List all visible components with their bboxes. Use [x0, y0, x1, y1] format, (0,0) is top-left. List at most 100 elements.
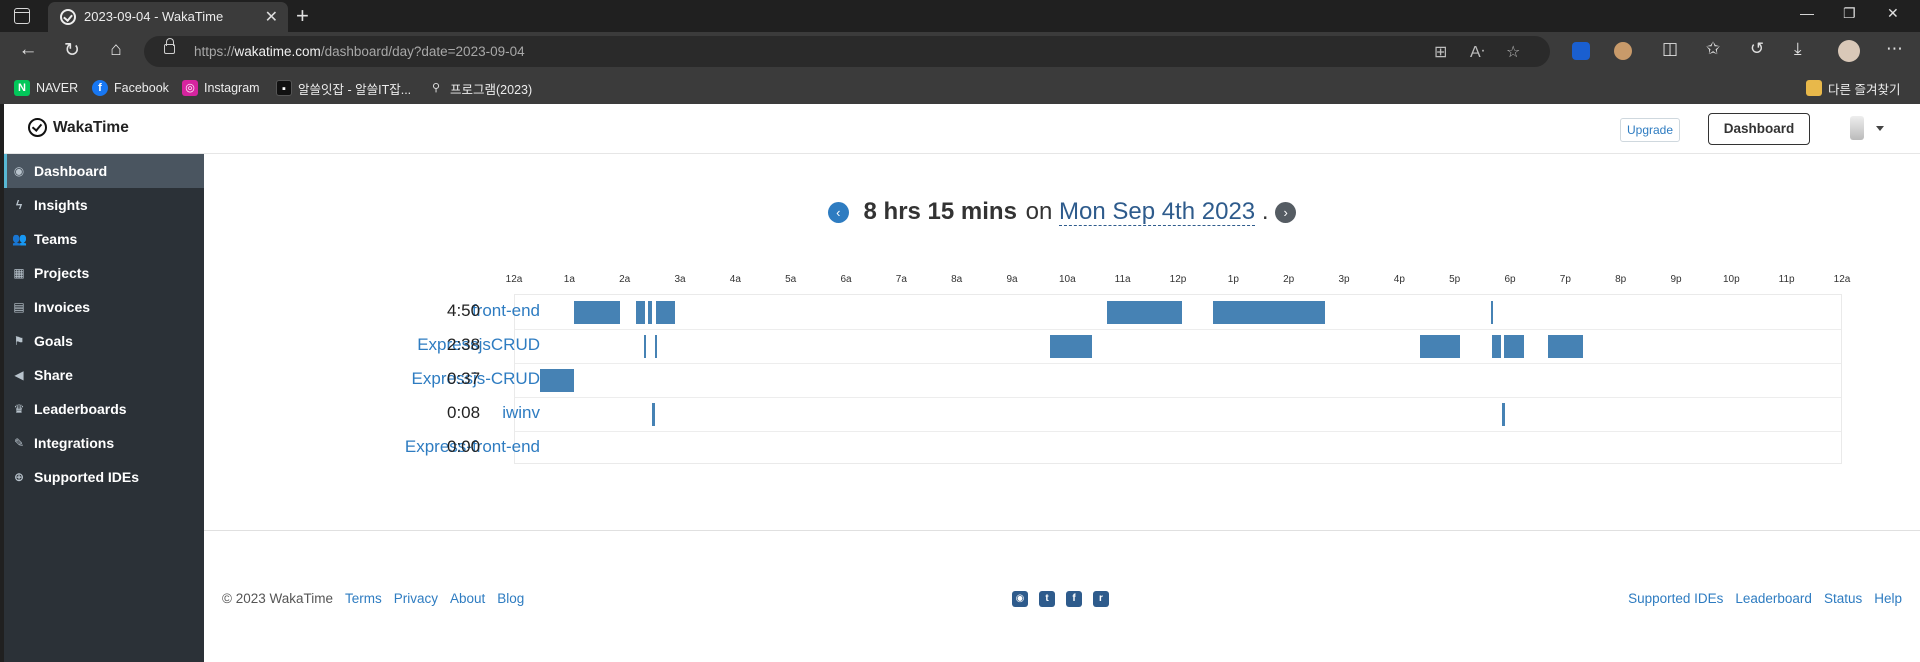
- sidebar-item-label: Invoices: [34, 299, 91, 315]
- naver-icon: N: [14, 80, 30, 96]
- activity-bar[interactable]: [1491, 335, 1502, 358]
- axis-tick: 12a: [505, 274, 523, 285]
- alsseul-icon: ▪: [276, 80, 292, 96]
- footer-link-status[interactable]: Status: [1824, 591, 1862, 606]
- activity-bar[interactable]: [647, 301, 653, 324]
- axis-tick: 1a: [563, 274, 575, 285]
- github-icon[interactable]: ◉: [1012, 591, 1028, 607]
- sidebar-item-share[interactable]: ◀ Share: [4, 358, 204, 392]
- sidebar-item-leaderboards[interactable]: ♛ Leaderboards: [4, 392, 204, 426]
- footer-link-blog[interactable]: Blog: [497, 591, 524, 606]
- tab-title: 2023-09-04 - WakaTime: [84, 9, 224, 24]
- facebook-icon[interactable]: f: [1066, 591, 1082, 607]
- axis-tick: 4a: [729, 274, 741, 285]
- activity-bar[interactable]: [574, 301, 621, 324]
- bookmark-naver[interactable]: N NAVER: [14, 79, 78, 97]
- minimize-icon[interactable]: —: [1800, 5, 1814, 21]
- url-text[interactable]: https://wakatime.com/dashboard/day?date=…: [194, 44, 525, 59]
- previous-day-icon[interactable]: ‹: [827, 202, 849, 223]
- flag-icon: ⚑: [13, 334, 25, 348]
- activity-bar[interactable]: [539, 369, 575, 392]
- activity-bar[interactable]: [1213, 301, 1325, 324]
- activity-bar[interactable]: [1050, 335, 1093, 358]
- activity-bar[interactable]: [1107, 301, 1182, 324]
- sidebar-item-integrations[interactable]: ✎ Integrations: [4, 426, 204, 460]
- bookmark-facebook[interactable]: f Facebook: [92, 79, 169, 97]
- instagram-icon: ◎: [182, 80, 198, 96]
- app-available-icon[interactable]: ⊞: [1434, 42, 1447, 62]
- sidebar-item-invoices[interactable]: ▤ Invoices: [4, 290, 204, 324]
- home-icon[interactable]: ⌂: [104, 39, 128, 61]
- activity-bar[interactable]: [656, 301, 676, 324]
- favorite-star-icon[interactable]: ☆: [1506, 42, 1520, 62]
- sidebar-item-supported-ides[interactable]: ⊕ Supported IDEs: [4, 460, 204, 494]
- bookmark-program[interactable]: ⚲ 프로그램(2023): [428, 79, 532, 97]
- back-icon[interactable]: ←: [16, 39, 40, 61]
- activity-bar[interactable]: [651, 403, 655, 426]
- downloads-icon[interactable]: ⤓: [1794, 39, 1802, 59]
- read-aloud-icon[interactable]: Aᐧ: [1470, 42, 1485, 62]
- facebook-icon: f: [92, 80, 108, 96]
- refresh-icon[interactable]: ↻: [60, 39, 84, 62]
- activity-bar[interactable]: [1490, 301, 1493, 324]
- sidebar-item-teams[interactable]: 👥 Teams: [4, 222, 204, 256]
- bitwarden-extension-icon[interactable]: [1572, 42, 1590, 60]
- trophy-icon: ♛: [13, 402, 25, 416]
- footer-link-privacy[interactable]: Privacy: [394, 591, 438, 606]
- axis-tick: 6p: [1504, 274, 1516, 285]
- lock-icon[interactable]: [164, 38, 175, 54]
- sidebar-item-insights[interactable]: ϟ Insights: [4, 188, 204, 222]
- axis-tick: 10p: [1722, 274, 1740, 285]
- row-divider: [515, 431, 1841, 432]
- new-tab-icon[interactable]: +: [296, 3, 309, 29]
- sidebar-item-label: Projects: [34, 265, 90, 281]
- activity-bar[interactable]: [643, 335, 646, 358]
- date-picker-link[interactable]: Mon Sep 4th 2023: [1058, 198, 1256, 226]
- day-summary-heading: ‹ 8 hrs 15 mins on Mon Sep 4th 2023 . ›: [204, 198, 1920, 226]
- axis-tick: 3p: [1338, 274, 1350, 285]
- reddit-icon[interactable]: r: [1093, 591, 1109, 607]
- activity-bar[interactable]: [635, 301, 646, 324]
- activity-bar[interactable]: [1548, 335, 1583, 358]
- bookmark-alsseul[interactable]: ▪ 알쓸잇잡 - 알쓸IT잡...: [276, 79, 411, 97]
- address-bar[interactable]: https://wakatime.com/dashboard/day?date=…: [144, 36, 1550, 67]
- tab-close-icon[interactable]: ✕: [265, 7, 278, 27]
- axis-tick: 3a: [674, 274, 686, 285]
- sidebar-item-projects[interactable]: ▦ Projects: [4, 256, 204, 290]
- heading-period: .: [1261, 198, 1269, 225]
- other-bookmarks[interactable]: 다른 즐겨찾기: [1806, 79, 1900, 97]
- next-day-icon[interactable]: ›: [1275, 202, 1297, 223]
- activity-bar[interactable]: [1501, 403, 1506, 426]
- caret-down-icon[interactable]: [1876, 126, 1884, 131]
- tab-actions-icon[interactable]: [14, 8, 30, 24]
- history-icon[interactable]: ↺: [1750, 39, 1764, 59]
- sidebar-item-label: Share: [34, 367, 73, 383]
- sidebar-item-dashboard[interactable]: ◉ Dashboard: [4, 154, 204, 188]
- window-close-icon[interactable]: ✕: [1887, 5, 1899, 22]
- activity-bar[interactable]: [654, 335, 657, 358]
- extension-icon[interactable]: [1614, 42, 1632, 60]
- footer-link-terms[interactable]: Terms: [345, 591, 382, 606]
- sidebar-item-label: Goals: [34, 333, 73, 349]
- profile-avatar-icon[interactable]: [1838, 40, 1860, 62]
- split-screen-icon[interactable]: ◫: [1662, 39, 1678, 59]
- footer-link-supported-ides[interactable]: Supported IDEs: [1628, 591, 1723, 606]
- footer-link-about[interactable]: About: [450, 591, 485, 606]
- favorites-icon[interactable]: ✩: [1706, 39, 1720, 59]
- footer-link-leaderboard[interactable]: Leaderboard: [1735, 591, 1812, 606]
- browser-tab[interactable]: 2023-09-04 - WakaTime ✕: [48, 2, 288, 32]
- activity-bar[interactable]: [1419, 335, 1460, 358]
- twitter-icon[interactable]: t: [1039, 591, 1055, 607]
- sidebar-item-goals[interactable]: ⚑ Goals: [4, 324, 204, 358]
- grid-icon: ▦: [13, 266, 25, 280]
- bookmark-instagram[interactable]: ◎ Instagram: [182, 79, 260, 97]
- user-avatar[interactable]: [1850, 116, 1864, 140]
- brand-link[interactable]: WakaTime: [28, 118, 129, 137]
- project-link[interactable]: iwinv: [502, 403, 540, 423]
- upgrade-button[interactable]: Upgrade: [1620, 118, 1681, 142]
- footer-link-help[interactable]: Help: [1874, 591, 1902, 606]
- activity-bar[interactable]: [1503, 335, 1524, 358]
- more-menu-icon[interactable]: ⋯: [1886, 39, 1903, 59]
- restore-icon[interactable]: ❐: [1843, 5, 1856, 22]
- dashboard-button[interactable]: Dashboard: [1708, 113, 1810, 145]
